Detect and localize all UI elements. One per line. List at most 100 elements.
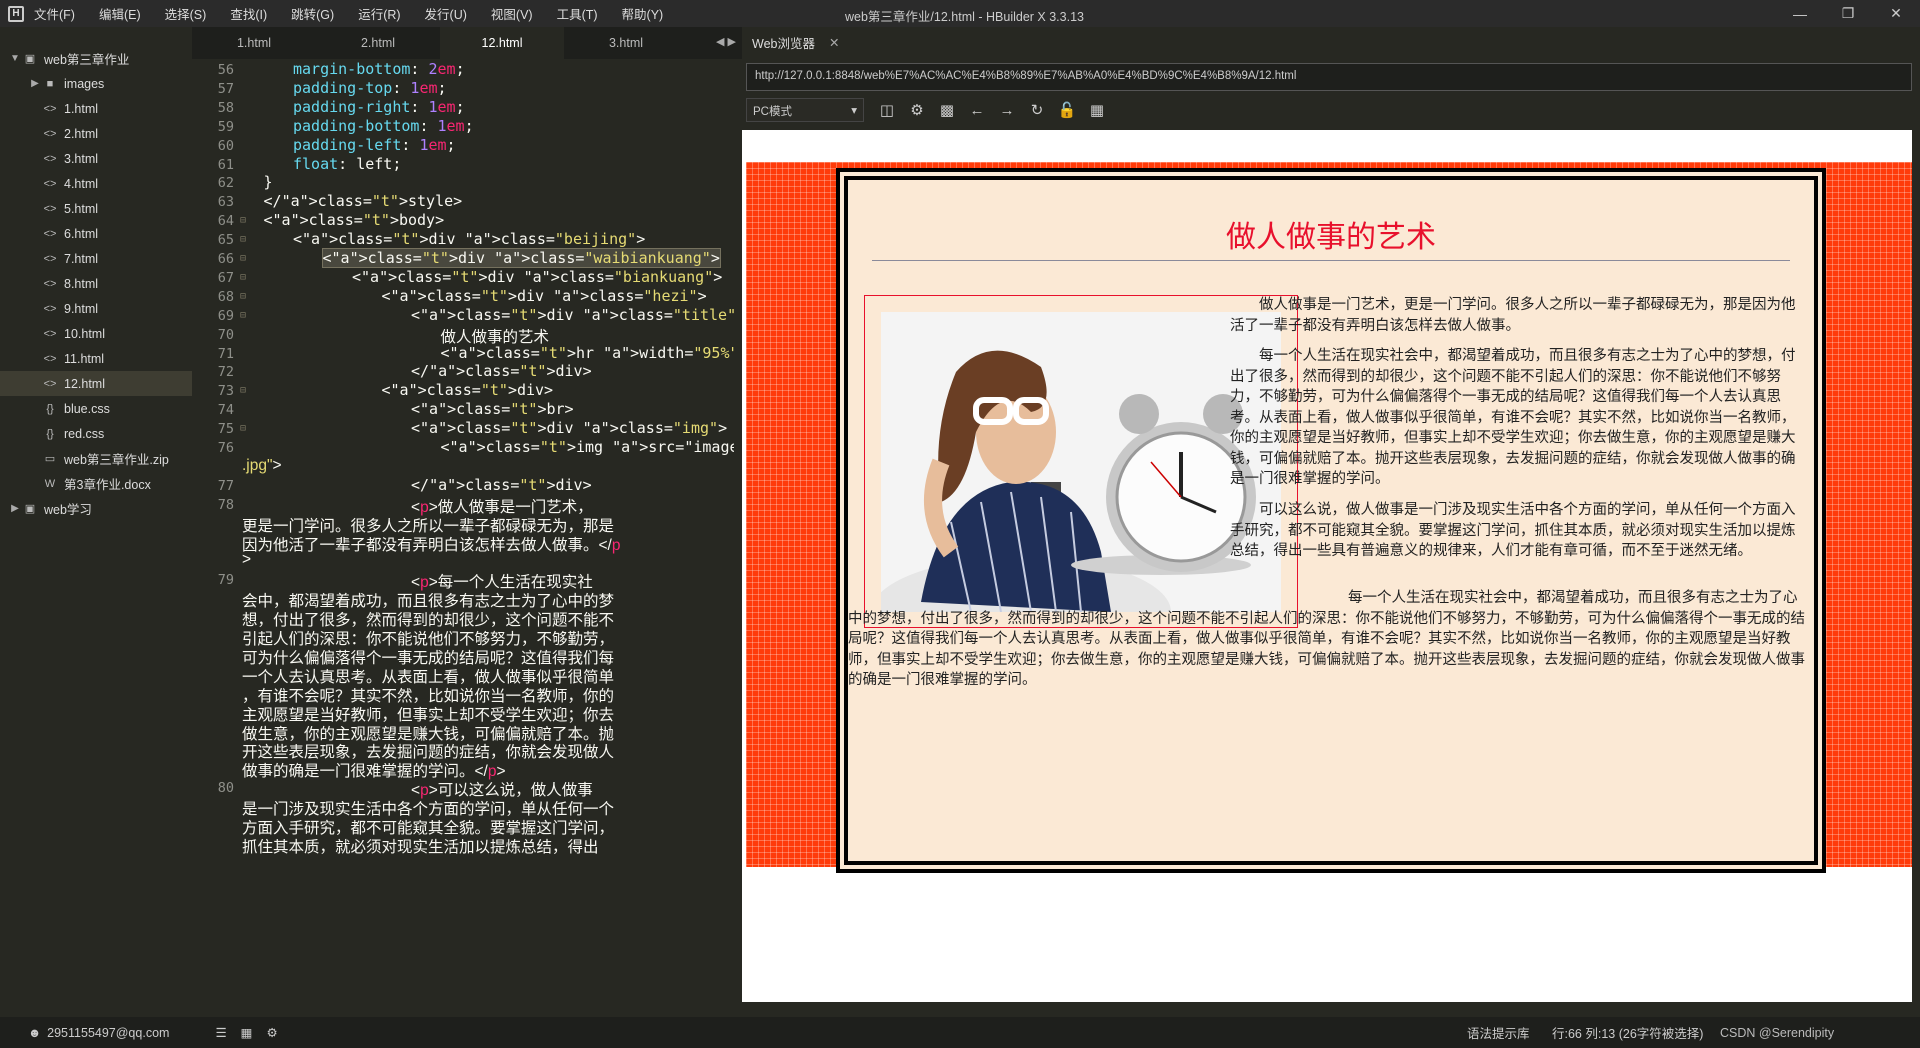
code-line[interactable]: .jpg"> [242, 457, 282, 475]
code-line[interactable]: <"a">class="t">div "a">class="beijing"> [293, 230, 645, 248]
code-line[interactable]: padding-top: 1em; [293, 79, 447, 97]
code-line[interactable]: > [242, 551, 251, 569]
chevron-right-icon[interactable]: ▶ [8, 503, 22, 514]
code-line[interactable]: <"a">class="t">div "a">class="hezi"> [382, 287, 707, 305]
account-label[interactable]: 2951155497@qq.com [47, 1026, 169, 1040]
menu-item[interactable]: 帮助(Y) [622, 8, 664, 22]
menu-item[interactable]: 查找(I) [230, 8, 267, 22]
fold-icon[interactable]: ⊟ [240, 423, 246, 434]
plugin-icon[interactable]: ⚙ [266, 1025, 277, 1040]
tree-item[interactable]: <> 4.html [0, 171, 192, 196]
forward-icon[interactable]: → [992, 102, 1022, 119]
outline-icon[interactable]: ☰ [215, 1025, 226, 1040]
fold-icon[interactable]: ⊟ [240, 253, 246, 264]
restore-icon[interactable]: ❐ [1824, 0, 1872, 27]
devtools-icon[interactable]: ⚙ [902, 101, 932, 119]
menu-item[interactable]: 文件(F) [34, 8, 75, 22]
menu-item[interactable]: 运行(R) [358, 8, 400, 22]
tree-item[interactable]: {} red.css [0, 421, 192, 446]
tab-web-browser[interactable]: Web浏览器 ✕ [742, 27, 852, 57]
chevron-down-icon[interactable]: ▼ [8, 53, 22, 64]
code-line[interactable]: 因为他活了一辈子都没有弄明白该怎样去做人做事。</p [242, 533, 621, 555]
tree-item[interactable]: W 第3章作业.docx [0, 471, 192, 496]
line-number: 71 [217, 345, 234, 362]
code-line[interactable]: 抓住其本质，就必须对现实生活加以提炼总结，得出 [242, 835, 599, 857]
fold-icon[interactable]: ⊟ [240, 272, 246, 283]
menu-item[interactable]: 选择(S) [165, 8, 207, 22]
account-icon[interactable]: ☻ [28, 1026, 41, 1040]
refresh-icon[interactable]: ↻ [1022, 101, 1052, 119]
code-line[interactable]: <"a">class="t">img "a">src="images/12 [441, 438, 735, 456]
tree-item[interactable]: ▶ ■ images [0, 71, 192, 96]
code-line[interactable]: <"a">class="t">div "a">class="waibiankua… [321, 248, 721, 268]
html-icon: <> [43, 152, 57, 165]
code-line[interactable]: <"a">class="t">body> [264, 211, 445, 229]
line-number: 56 [217, 62, 234, 78]
menu-item[interactable]: 跳转(G) [291, 8, 334, 22]
console-icon[interactable]: ▩ [932, 101, 962, 119]
line-number: 64 [217, 213, 234, 230]
tree-item[interactable]: <> 2.html [0, 121, 192, 146]
tree-item[interactable]: <> 1.html [0, 96, 192, 121]
tree-item[interactable]: <> 7.html [0, 246, 192, 271]
terminal-icon[interactable]: ▦ [241, 1025, 253, 1040]
code-line[interactable]: padding-left: 1em; [293, 136, 456, 154]
tree-item[interactable]: <> 8.html [0, 271, 192, 296]
tree-item[interactable]: {} blue.css [0, 396, 192, 421]
menu-item[interactable]: 发行(U) [425, 8, 467, 22]
editor-tab[interactable]: 3.html [564, 27, 688, 59]
code-line[interactable]: <"a">class="t">hr "a">width="95%"> [441, 344, 735, 362]
tree-root[interactable]: ▼ ▣ web第三章作业 [0, 46, 192, 71]
screenshot-icon[interactable]: ◫ [872, 101, 902, 119]
code-line[interactable]: </"a">class="t">div> [411, 362, 592, 380]
code-line[interactable]: <"a">class="t">div "a">class="biankuang"… [352, 268, 722, 286]
browser-viewport[interactable]: 做人做事的艺术 做人做事是一门艺术，更是一门学问。很多人之所以一辈子都碌碌无为，… [742, 130, 1912, 1002]
lock-icon[interactable]: 🔓 [1052, 101, 1082, 119]
tree-item[interactable]: <> 12.html [0, 371, 192, 396]
code-line[interactable]: <"a">class="t">div> [382, 381, 554, 399]
tree-item[interactable]: <> 10.html [0, 321, 192, 346]
code-line[interactable]: <"a">class="t">br> [411, 400, 574, 418]
code-line[interactable]: padding-bottom: 1em; [293, 117, 474, 135]
code-line[interactable]: </"a">class="t">div> [411, 476, 592, 494]
minimize-icon[interactable]: — [1776, 0, 1824, 27]
fold-icon[interactable]: ⊟ [240, 234, 246, 245]
css-icon: {} [46, 427, 54, 440]
code-line[interactable]: padding-right: 1em; [293, 98, 465, 116]
tree-item-label: 7.html [64, 251, 99, 266]
menu-item[interactable]: 工具(T) [557, 8, 598, 22]
code-line[interactable]: } [264, 173, 273, 191]
tree-item[interactable]: ▭ web第三章作业.zip [0, 446, 192, 471]
close-tab-icon[interactable]: ✕ [829, 35, 839, 50]
tree-item[interactable]: <> 6.html [0, 221, 192, 246]
tree-item[interactable]: <> 9.html [0, 296, 192, 321]
syntax-hint-label[interactable]: 语法提示库 [1467, 1023, 1530, 1042]
editor-tab[interactable]: 1.html [192, 27, 316, 59]
tree-item[interactable]: <> 11.html [0, 346, 192, 371]
menu-item[interactable]: 视图(V) [491, 8, 533, 22]
html-icon: <> [43, 302, 57, 315]
editor-tab[interactable]: 2.html [316, 27, 440, 59]
fold-icon[interactable]: ⊟ [240, 310, 246, 321]
fold-icon[interactable]: ⊟ [240, 385, 246, 396]
fold-icon[interactable]: ⊟ [240, 215, 246, 226]
code-line[interactable]: margin-bottom: 2em; [293, 60, 465, 78]
code-line[interactable]: </"a">class="t">style> [264, 192, 463, 210]
device-mode-select[interactable]: PC模式 ▾ [746, 98, 864, 122]
code-line[interactable]: <"a">class="t">div "a">class="img"> [411, 419, 727, 437]
close-icon[interactable]: ✕ [1872, 0, 1920, 27]
editor-tab[interactable]: 12.html [440, 27, 564, 59]
url-bar[interactable]: http://127.0.0.1:8848/web%E7%AC%AC%E4%B8… [746, 63, 1912, 91]
code-editor[interactable]: 56 margin-bottom: 2em; 57 padding-top: 1em;… [192, 60, 734, 1017]
tree-item[interactable]: <> 5.html [0, 196, 192, 221]
tree-item[interactable]: <> 3.html [0, 146, 192, 171]
code-line[interactable]: <"a">class="t">div "a">class="title"> [411, 306, 734, 324]
tab-scroll-icon[interactable]: ◀ ▶ [716, 35, 736, 48]
back-icon[interactable]: ← [962, 102, 992, 119]
code-line[interactable]: float: left; [293, 155, 401, 173]
html-icon: <> [43, 127, 57, 140]
menu-item[interactable]: 编辑(E) [99, 8, 141, 22]
tree-root-2[interactable]: ▶ ▣ web学习 [0, 496, 192, 521]
qrcode-icon[interactable]: ▦ [1082, 101, 1112, 119]
fold-icon[interactable]: ⊟ [240, 291, 246, 302]
